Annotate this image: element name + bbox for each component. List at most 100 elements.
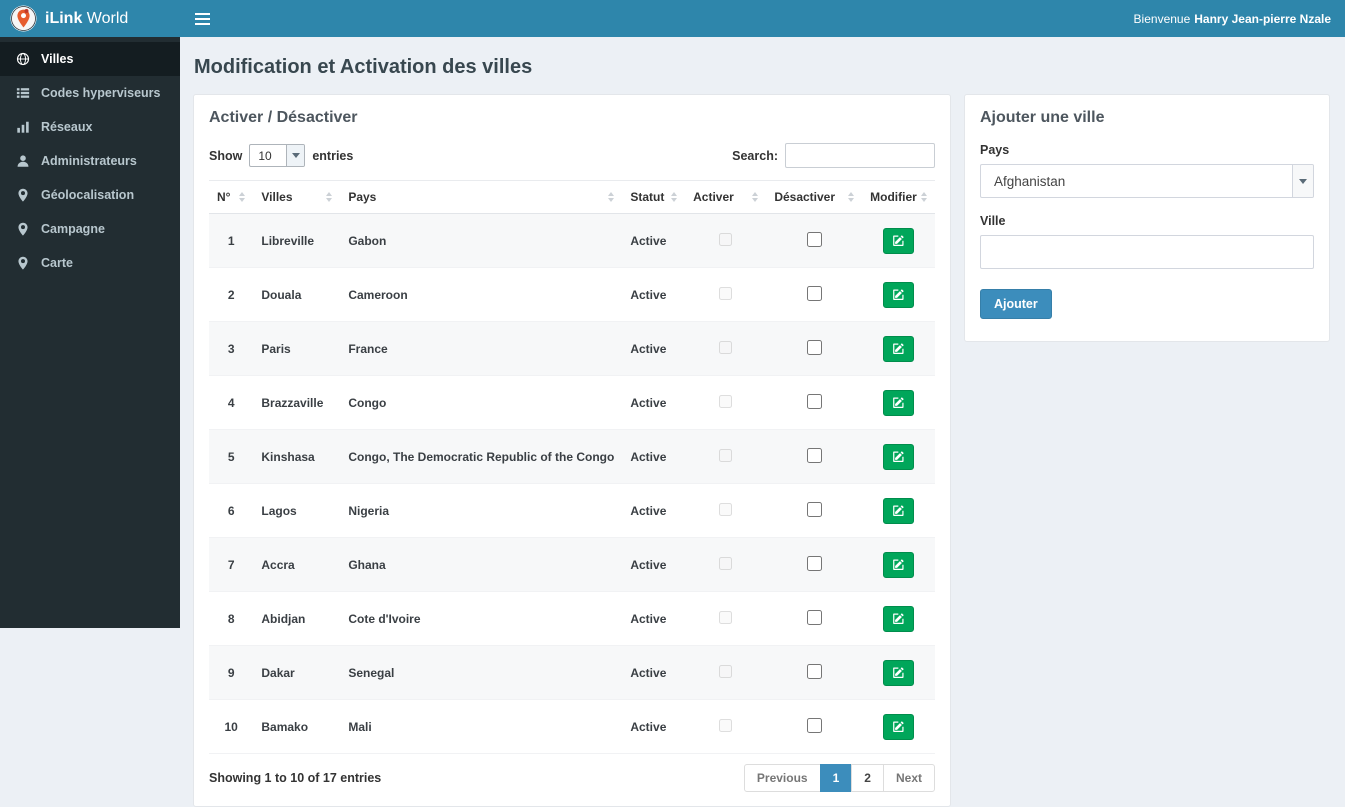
activer-checkbox[interactable] [719, 503, 732, 516]
activer-cell [685, 322, 766, 376]
row-number-cell: 10 [209, 700, 253, 754]
table-row: 8 Abidjan Cote d'Ivoire Active [209, 592, 935, 646]
desactiver-checkbox[interactable] [807, 610, 822, 625]
activer-cell [685, 484, 766, 538]
activer-cell [685, 646, 766, 700]
row-number-cell: 3 [209, 322, 253, 376]
sort-icon [671, 192, 677, 202]
edit-icon [892, 504, 905, 517]
row-number-cell: 9 [209, 646, 253, 700]
desactiver-checkbox[interactable] [807, 232, 822, 247]
column-header-activer[interactable]: Activer [685, 181, 766, 214]
pagination-page-1[interactable]: 1 [820, 764, 853, 792]
activer-checkbox[interactable] [719, 287, 732, 300]
pays-cell: Gabon [340, 214, 622, 268]
statut-cell: Active [622, 430, 685, 484]
edit-button[interactable] [883, 714, 914, 740]
activer-checkbox[interactable] [719, 611, 732, 624]
app-title-light: World [87, 10, 129, 27]
sidebar-item-carte[interactable]: Carte [0, 246, 180, 280]
edit-button[interactable] [883, 660, 914, 686]
activer-cell [685, 376, 766, 430]
table-header-row: N° Villes Pays Statut Activer Désactiver… [209, 181, 935, 214]
map-marker-icon [15, 256, 31, 270]
edit-button[interactable] [883, 552, 914, 578]
pays-cell: Mali [340, 700, 622, 754]
ville-label: Ville [980, 214, 1314, 228]
search-label: Search: [732, 149, 778, 163]
pays-select[interactable]: Afghanistan [980, 164, 1314, 198]
add-city-panel-title: Ajouter une ville [980, 109, 1314, 127]
ville-cell: Accra [253, 538, 340, 592]
edit-button[interactable] [883, 498, 914, 524]
sidebar-item-geolocalisation[interactable]: Géolocalisation [0, 178, 180, 212]
sort-icon [608, 192, 614, 202]
pagination-next[interactable]: Next [883, 764, 935, 792]
search-input[interactable] [785, 143, 935, 168]
desactiver-checkbox[interactable] [807, 502, 822, 517]
pays-cell: Congo [340, 376, 622, 430]
desactiver-checkbox[interactable] [807, 286, 822, 301]
desactiver-checkbox[interactable] [807, 448, 822, 463]
desactiver-checkbox[interactable] [807, 664, 822, 679]
sidebar-item-reseaux[interactable]: Réseaux [0, 110, 180, 144]
activer-checkbox[interactable] [719, 341, 732, 354]
column-header-num[interactable]: N° [209, 181, 253, 214]
ville-cell: Kinshasa [253, 430, 340, 484]
desactiver-cell [766, 430, 862, 484]
edit-button[interactable] [883, 336, 914, 362]
desactiver-cell [766, 268, 862, 322]
table-body: 1 Libreville Gabon Active 2 Douala Camer… [209, 214, 935, 754]
pagination-previous[interactable]: Previous [744, 764, 821, 792]
edit-icon [892, 720, 905, 733]
user-name[interactable]: Hanry Jean-pierre Nzale [1194, 12, 1331, 26]
activer-checkbox[interactable] [719, 557, 732, 570]
row-number-cell: 2 [209, 268, 253, 322]
desactiver-checkbox[interactable] [807, 394, 822, 409]
desactiver-checkbox[interactable] [807, 340, 822, 355]
edit-button[interactable] [883, 282, 914, 308]
column-header-modifier[interactable]: Modifier [862, 181, 935, 214]
row-number-cell: 7 [209, 538, 253, 592]
sidebar-item-codes-hyperviseurs[interactable]: Codes hyperviseurs [0, 76, 180, 110]
activer-checkbox[interactable] [719, 395, 732, 408]
edit-button[interactable] [883, 390, 914, 416]
sidebar-item-administrateurs[interactable]: Administrateurs [0, 144, 180, 178]
edit-icon [892, 612, 905, 625]
modifier-cell [862, 538, 935, 592]
brand-area: iLink World [0, 0, 180, 37]
app-logo-icon [10, 5, 37, 32]
table-row: 6 Lagos Nigeria Active [209, 484, 935, 538]
sidebar-item-campagne[interactable]: Campagne [0, 212, 180, 246]
ville-input[interactable] [980, 235, 1314, 269]
activer-checkbox[interactable] [719, 719, 732, 732]
bar-chart-icon [15, 120, 31, 134]
desactiver-cell [766, 538, 862, 592]
desactiver-checkbox[interactable] [807, 718, 822, 733]
pays-cell: Nigeria [340, 484, 622, 538]
modifier-cell [862, 376, 935, 430]
edit-button[interactable] [883, 228, 914, 254]
sidebar-item-villes[interactable]: Villes [0, 42, 180, 76]
column-header-pays[interactable]: Pays [340, 181, 622, 214]
desactiver-cell [766, 700, 862, 754]
show-label: Show [209, 149, 242, 163]
sidebar-toggle-button[interactable] [180, 0, 224, 37]
column-header-desactiver[interactable]: Désactiver [766, 181, 862, 214]
activer-checkbox[interactable] [719, 233, 732, 246]
desactiver-checkbox[interactable] [807, 556, 822, 571]
activer-checkbox[interactable] [719, 665, 732, 678]
page-length-select[interactable]: 10 [249, 144, 305, 167]
ajouter-button[interactable]: Ajouter [980, 289, 1052, 319]
edit-button[interactable] [883, 444, 914, 470]
table-row: 5 Kinshasa Congo, The Democratic Republi… [209, 430, 935, 484]
pagination-page-2[interactable]: 2 [851, 764, 884, 792]
ville-cell: Brazzaville [253, 376, 340, 430]
row-number-cell: 8 [209, 592, 253, 646]
column-header-statut[interactable]: Statut [622, 181, 685, 214]
desactiver-cell [766, 322, 862, 376]
column-header-villes[interactable]: Villes [253, 181, 340, 214]
edit-icon [892, 342, 905, 355]
activer-checkbox[interactable] [719, 449, 732, 462]
statut-cell: Active [622, 484, 685, 538]
